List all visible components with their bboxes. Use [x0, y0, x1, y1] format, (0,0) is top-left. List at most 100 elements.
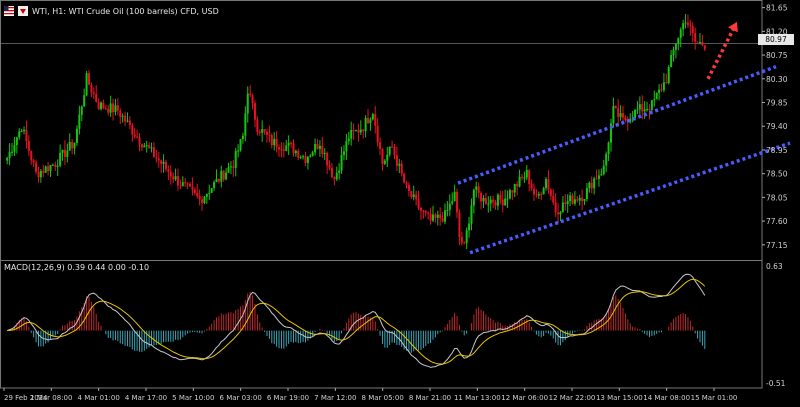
time-tick-label: 7 Mar 12:00 [314, 394, 356, 402]
candle-body [379, 142, 382, 149]
candle-body [234, 150, 237, 168]
candle-body [643, 109, 646, 112]
macd-tick-label: 0.63 [766, 262, 783, 271]
candle-body [203, 196, 206, 203]
candle-body [492, 199, 495, 203]
candle-body [306, 156, 309, 163]
candle-body [162, 161, 165, 164]
candle-body [100, 102, 103, 110]
candle-body [381, 148, 384, 164]
candle-body [677, 37, 680, 44]
time-tick-label: 15 Mar 01:00 [691, 394, 738, 402]
candle-body [342, 151, 345, 155]
candle-body [73, 142, 76, 149]
candle-body [321, 145, 324, 154]
candle-body [124, 115, 127, 122]
candle-body [54, 164, 57, 167]
price-tick-label: 80.30 [766, 75, 788, 84]
candle-body [318, 145, 321, 149]
candle-body [444, 210, 447, 222]
candle-body [282, 149, 285, 151]
candle-body [624, 117, 627, 121]
candle-body [61, 149, 64, 153]
candle-body [253, 103, 256, 120]
time-tick-label: 5 Mar 10:00 [172, 394, 214, 402]
candle-body [689, 25, 692, 27]
candle-body [316, 143, 319, 149]
candle-body [294, 150, 297, 154]
candle-body [451, 201, 454, 204]
candle-body [140, 144, 143, 148]
candle-body [32, 160, 35, 163]
candle-body [694, 33, 697, 42]
candle-body [6, 157, 9, 161]
candle-body [460, 236, 463, 243]
current-price-label: 80.97 [758, 34, 794, 45]
candle-body [8, 151, 11, 158]
candle-body [249, 93, 252, 96]
candle-body [646, 108, 649, 110]
candle-body [703, 45, 706, 50]
candle-body [95, 94, 98, 102]
candle-body [222, 171, 225, 180]
candle-body [641, 104, 644, 112]
candle-body [477, 186, 480, 193]
candle-body [297, 150, 300, 158]
price-tick-label: 79.40 [766, 122, 788, 131]
candle-body [475, 186, 478, 190]
candle-body [376, 125, 379, 143]
candle-body [617, 107, 620, 118]
candle-body [309, 155, 312, 157]
candle-body [71, 142, 74, 149]
candle-body [287, 142, 290, 146]
candle-body [698, 41, 701, 43]
candle-body [75, 128, 78, 143]
candle-body [25, 129, 28, 142]
candle-body [164, 161, 167, 169]
candle-body [701, 41, 704, 46]
candle-body [472, 189, 475, 206]
candle-body [208, 192, 211, 194]
candle-body [109, 103, 112, 113]
candle-body [292, 143, 295, 154]
candle-body [427, 212, 430, 214]
candle-body [549, 189, 552, 196]
candle-body [612, 105, 615, 124]
candle-body [232, 166, 235, 168]
candle-body [357, 129, 360, 133]
candle-body [364, 117, 367, 132]
candle-body [487, 203, 490, 205]
candle-body [68, 142, 71, 151]
candle-body [412, 194, 415, 197]
candle-body [335, 172, 338, 180]
candle-body [386, 154, 389, 161]
candle-body [347, 138, 350, 142]
candle-body [92, 92, 95, 95]
candle-body [597, 175, 600, 179]
candle-body [429, 213, 432, 221]
candle-body [583, 199, 586, 202]
candle-body [391, 146, 394, 148]
candle-body [217, 178, 220, 182]
candle-body [650, 100, 653, 110]
candle-body [126, 120, 129, 122]
candle-body [273, 138, 276, 146]
candle-body [213, 182, 216, 189]
candle-body [150, 147, 153, 149]
candle-body [107, 108, 110, 113]
candle-body [268, 134, 271, 136]
candle-body [314, 143, 317, 153]
candle-body [638, 104, 641, 110]
candle-body [374, 114, 377, 126]
candle-body [30, 150, 33, 161]
time-tick-label: 13 Mar 15:00 [596, 394, 643, 402]
time-tick-label: 4 Mar 01:00 [78, 394, 120, 402]
chart-title: WTI, H1: WTI Crude Oil (100 barrels) CFD… [32, 6, 219, 16]
candle-body [614, 105, 617, 108]
candle-body [605, 153, 608, 166]
candle-body [398, 163, 401, 166]
candle-body [660, 89, 663, 91]
candle-body [545, 179, 548, 189]
candle-body [241, 135, 244, 140]
candle-body [542, 188, 545, 195]
